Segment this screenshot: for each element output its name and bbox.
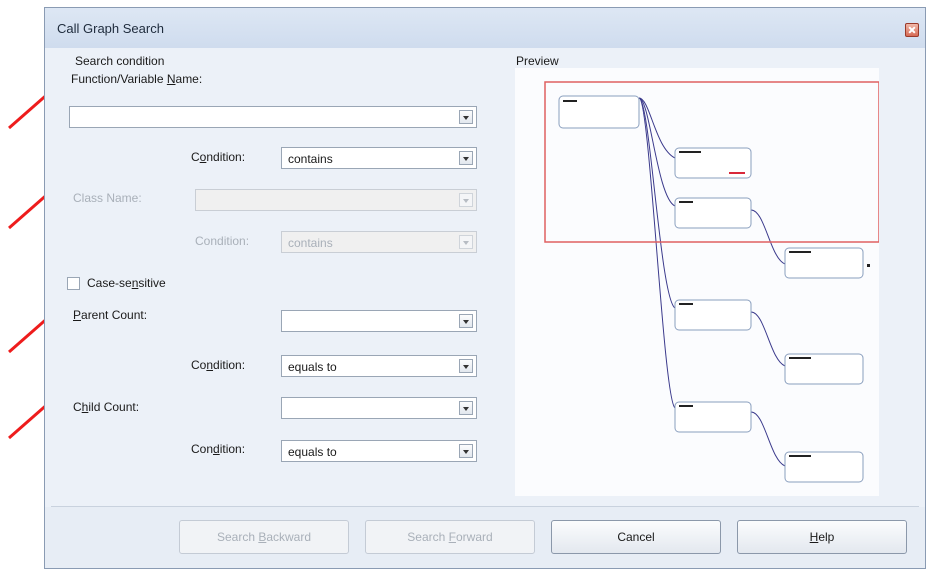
search-forward-button[interactable]: Search Forward [365, 520, 535, 554]
case-sensitive-label: Case-sensitive [87, 276, 166, 290]
chevron-down-icon[interactable] [459, 444, 473, 458]
parent-count-label: Parent Count: [73, 308, 148, 322]
child-count-label: Child Count: [73, 400, 140, 414]
class-name-label: Class Name: [73, 191, 142, 205]
dialog-title: Call Graph Search [57, 21, 164, 36]
call-graph-search-dialog: Call Graph Search Search condition Funct… [44, 7, 926, 569]
help-button[interactable]: Help [737, 520, 907, 554]
chevron-down-icon[interactable] [459, 314, 473, 328]
parent-count-combo[interactable] [281, 310, 477, 332]
class-name-combo[interactable] [195, 189, 477, 211]
preview-label: Preview [516, 54, 559, 68]
function-condition-select[interactable]: contains [281, 147, 477, 169]
class-condition-select[interactable]: contains [281, 231, 477, 253]
parent-condition-select[interactable]: equals to [281, 355, 477, 377]
chevron-down-icon[interactable] [459, 359, 473, 373]
chevron-down-icon[interactable] [459, 110, 473, 124]
call-graph-preview [544, 81, 880, 483]
function-variable-name-combo[interactable] [69, 106, 477, 128]
chevron-down-icon[interactable] [459, 401, 473, 415]
chevron-down-icon[interactable] [459, 151, 473, 165]
preview-pane [515, 68, 880, 496]
parent-condition-label: Condition: [191, 358, 246, 372]
child-count-combo[interactable] [281, 397, 477, 419]
child-condition-select[interactable]: equals to [281, 440, 477, 462]
close-icon[interactable] [905, 23, 919, 37]
title-bar: Call Graph Search [45, 8, 925, 48]
chevron-down-icon[interactable] [459, 235, 473, 249]
search-condition-group-label: Search condition [75, 54, 165, 68]
chevron-down-icon[interactable] [459, 193, 473, 207]
child-condition-label: Condition: [191, 442, 246, 456]
case-sensitive-checkbox[interactable] [67, 277, 80, 290]
search-backward-button[interactable]: Search Backward [179, 520, 349, 554]
cancel-button[interactable]: Cancel [551, 520, 721, 554]
function-variable-name-label: Function/Variable Name: [71, 72, 203, 86]
class-condition-label: Condition: [195, 234, 250, 248]
function-condition-label: Condition: [191, 150, 246, 164]
